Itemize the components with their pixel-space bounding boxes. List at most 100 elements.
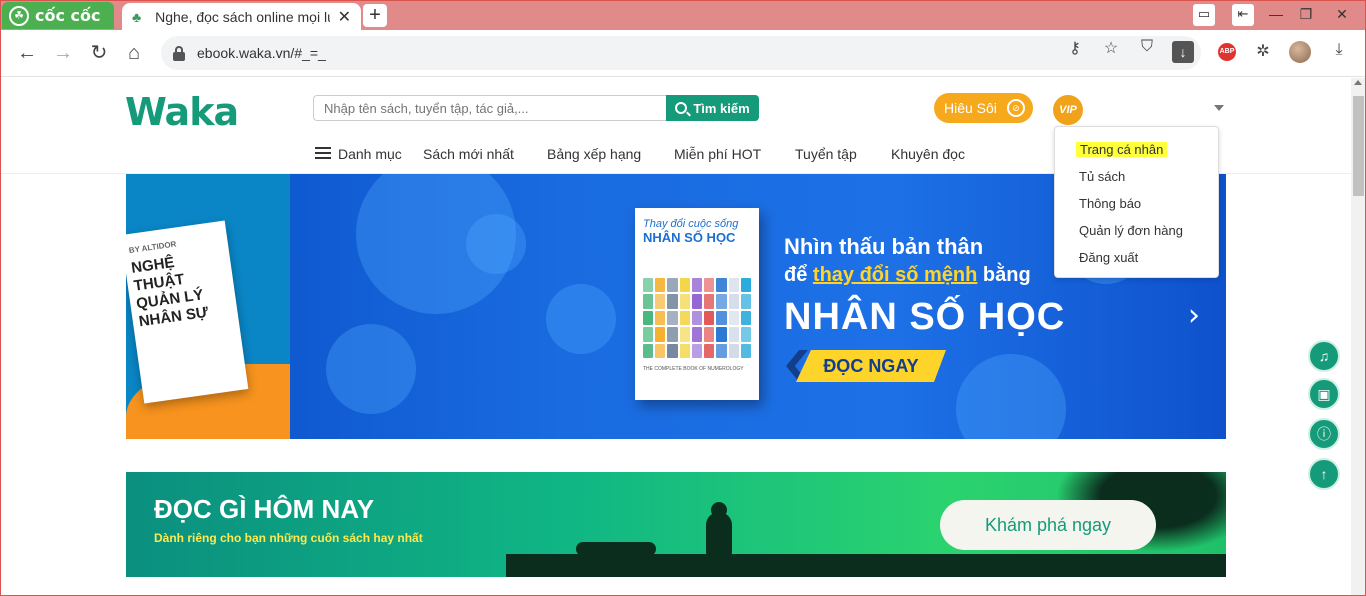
nav-danh-muc[interactable]: Danh mục xyxy=(338,146,402,162)
mosaic-tile xyxy=(704,294,715,309)
downloads-icon[interactable]: ⤓ xyxy=(1328,41,1350,61)
mosaic-tile xyxy=(691,278,703,293)
back-icon[interactable]: ← xyxy=(14,40,40,66)
mosaic-tile xyxy=(643,310,654,326)
bookmark-star-icon[interactable]: ☆ xyxy=(1100,38,1122,58)
mosaic-tile xyxy=(691,294,703,309)
address-toolbar: ← → ↻ ⌂ ebook.waka.vn/#_=_ ⚷ ☆ ⛉ ↓ ABP ✲… xyxy=(1,30,1365,77)
key-icon[interactable]: ⚷ xyxy=(1064,38,1086,58)
mosaic-tile xyxy=(728,310,739,326)
mosaic-tile xyxy=(643,327,654,342)
lock-icon xyxy=(173,46,185,61)
mosaic-tile xyxy=(655,278,666,293)
mosaic-tile xyxy=(716,310,727,326)
url-text: ebook.waka.vn/#_=_ xyxy=(197,45,326,61)
profile-avatar[interactable] xyxy=(1289,41,1311,63)
tab-title: Nghe, đọc sách online mọi lúc xyxy=(155,8,330,25)
menu-item-quan-ly-don-hang[interactable]: Quản lý đơn hàng xyxy=(1079,223,1183,238)
search-button[interactable]: Tìm kiếm xyxy=(666,95,759,121)
mosaic-tile xyxy=(643,294,654,309)
promo-banner: ĐỌC GÌ HÔM NAY Dành riêng cho bạn những … xyxy=(126,472,1226,577)
headphones-icon[interactable]: ♫ xyxy=(1308,340,1340,372)
banner-headline-1: Nhìn thấu bản thân xyxy=(784,234,984,259)
menu-item-trang-ca-nhan[interactable]: Trang cá nhân xyxy=(1076,142,1168,157)
scroll-up-icon[interactable] xyxy=(1354,80,1362,85)
browser-window: ☘ cốc cốc ♣ Nghe, đọc sách online mọi lú… xyxy=(0,0,1366,596)
mosaic-tile xyxy=(667,294,678,309)
hieusoi-badge-icon: ⊘ xyxy=(1006,99,1025,117)
waka-logo[interactable]: Waka xyxy=(125,90,239,134)
mosaic-tile xyxy=(679,327,690,342)
scrollbar-thumb[interactable] xyxy=(1353,96,1364,196)
mosaic-tile xyxy=(667,278,678,293)
screenshot-icon[interactable]: ▭ xyxy=(1193,4,1215,26)
banner-headline-3: NHÂN SỐ HỌC xyxy=(784,296,1066,338)
maximize-button[interactable]: ❐ xyxy=(1293,3,1319,27)
mosaic-tile xyxy=(655,310,666,326)
savefrom-download-icon[interactable]: ↓ xyxy=(1172,41,1194,63)
adblock-plus-icon[interactable]: ABP xyxy=(1218,43,1236,61)
mosaic-tile xyxy=(691,343,703,358)
explore-now-button[interactable]: Khám phá ngay xyxy=(940,500,1156,550)
minimize-button[interactable]: — xyxy=(1263,3,1289,27)
mosaic-tile xyxy=(655,327,666,342)
mosaic-tile xyxy=(716,278,727,293)
mosaic-tile xyxy=(667,327,678,342)
coccoc-menu-button[interactable]: ☘ cốc cốc xyxy=(2,2,114,29)
sidebar-toggle-icon[interactable]: ⇤ xyxy=(1232,4,1254,26)
mosaic-tile xyxy=(704,310,715,326)
image-icon[interactable]: ▣ xyxy=(1308,378,1340,410)
mosaic-tile xyxy=(679,310,690,326)
menu-item-thong-bao[interactable]: Thông báo xyxy=(1079,196,1141,211)
mosaic-tile xyxy=(679,278,690,293)
search-button-label: Tìm kiếm xyxy=(693,100,750,116)
mosaic-tile xyxy=(667,343,678,358)
mosaic-tile xyxy=(740,310,751,326)
mosaic-tile xyxy=(740,278,751,293)
menu-item-tu-sach[interactable]: Tủ sách xyxy=(1079,169,1125,184)
nav-mien-phi-hot[interactable]: Miễn phí HOT xyxy=(674,146,761,162)
shield-icon[interactable]: ⛉ xyxy=(1136,38,1158,58)
mosaic-tile xyxy=(643,278,654,293)
mosaic-tile xyxy=(667,310,678,326)
info-icon[interactable]: ⓘ xyxy=(1308,418,1340,450)
close-window-button[interactable]: ✕ xyxy=(1327,3,1357,27)
address-bar[interactable]: ebook.waka.vn/#_=_ xyxy=(161,36,1201,70)
waka-favicon-icon: ♣ xyxy=(132,8,142,25)
mosaic-tile xyxy=(716,327,727,342)
left-book-cover: BY ALTIDOR NGHỆ THUẬT QUẢN LÝ NHÂN SỰ xyxy=(126,220,249,404)
tab-active[interactable]: ♣ Nghe, đọc sách online mọi lúc ✕ xyxy=(122,3,361,30)
home-icon[interactable]: ⌂ xyxy=(121,40,147,66)
tab-close-icon[interactable]: ✕ xyxy=(338,7,351,27)
search-input[interactable] xyxy=(313,95,667,121)
waka-page: Waka Tìm kiếm Hiêu Sôi ⊘ VIP Danh mục Sá… xyxy=(1,78,1351,595)
hieusoi-label: Hiêu Sôi xyxy=(944,100,997,116)
new-tab-button[interactable]: + xyxy=(363,4,387,27)
mosaic-tile xyxy=(691,327,703,342)
nav-bang-xep-hang[interactable]: Bảng xếp hạng xyxy=(547,146,641,162)
mosaic-tile xyxy=(716,294,727,309)
nav-tuyen-tap[interactable]: Tuyển tập xyxy=(795,146,857,162)
mosaic-tile xyxy=(679,343,690,358)
vip-badge[interactable]: VIP xyxy=(1053,95,1083,125)
nav-sach-moi-nhat[interactable]: Sách mới nhất xyxy=(423,146,514,162)
mosaic-tile xyxy=(728,278,739,293)
carousel-next-icon[interactable]: › xyxy=(1188,298,1200,333)
extensions-puzzle-icon[interactable]: ✲ xyxy=(1252,41,1274,61)
mosaic-tile xyxy=(655,294,666,309)
forward-icon[interactable]: → xyxy=(50,40,76,66)
nav-khuyen-doc[interactable]: Khuyên đọc xyxy=(891,146,965,162)
mosaic-tile xyxy=(740,294,751,309)
banner-cta-button[interactable]: ĐỌC NGAY xyxy=(796,350,946,382)
mosaic-tile xyxy=(728,294,739,309)
reload-icon[interactable]: ↻ xyxy=(86,40,112,66)
arrow-up-icon[interactable]: ↑ xyxy=(1308,458,1340,490)
mosaic-tile xyxy=(728,327,739,342)
menu-item-dang-xuat[interactable]: Đăng xuất xyxy=(1079,250,1138,265)
mosaic-tile xyxy=(728,343,739,358)
main-book-cover: Thay đổi cuộc sống NHÂN SỐ HỌC THE COMPL… xyxy=(635,208,759,400)
account-dropdown-icon[interactable] xyxy=(1214,105,1224,111)
hieusoi-button[interactable]: Hiêu Sôi ⊘ xyxy=(934,93,1033,123)
grass-silhouette xyxy=(506,554,1226,577)
menu-hamburger-icon[interactable] xyxy=(315,147,331,160)
